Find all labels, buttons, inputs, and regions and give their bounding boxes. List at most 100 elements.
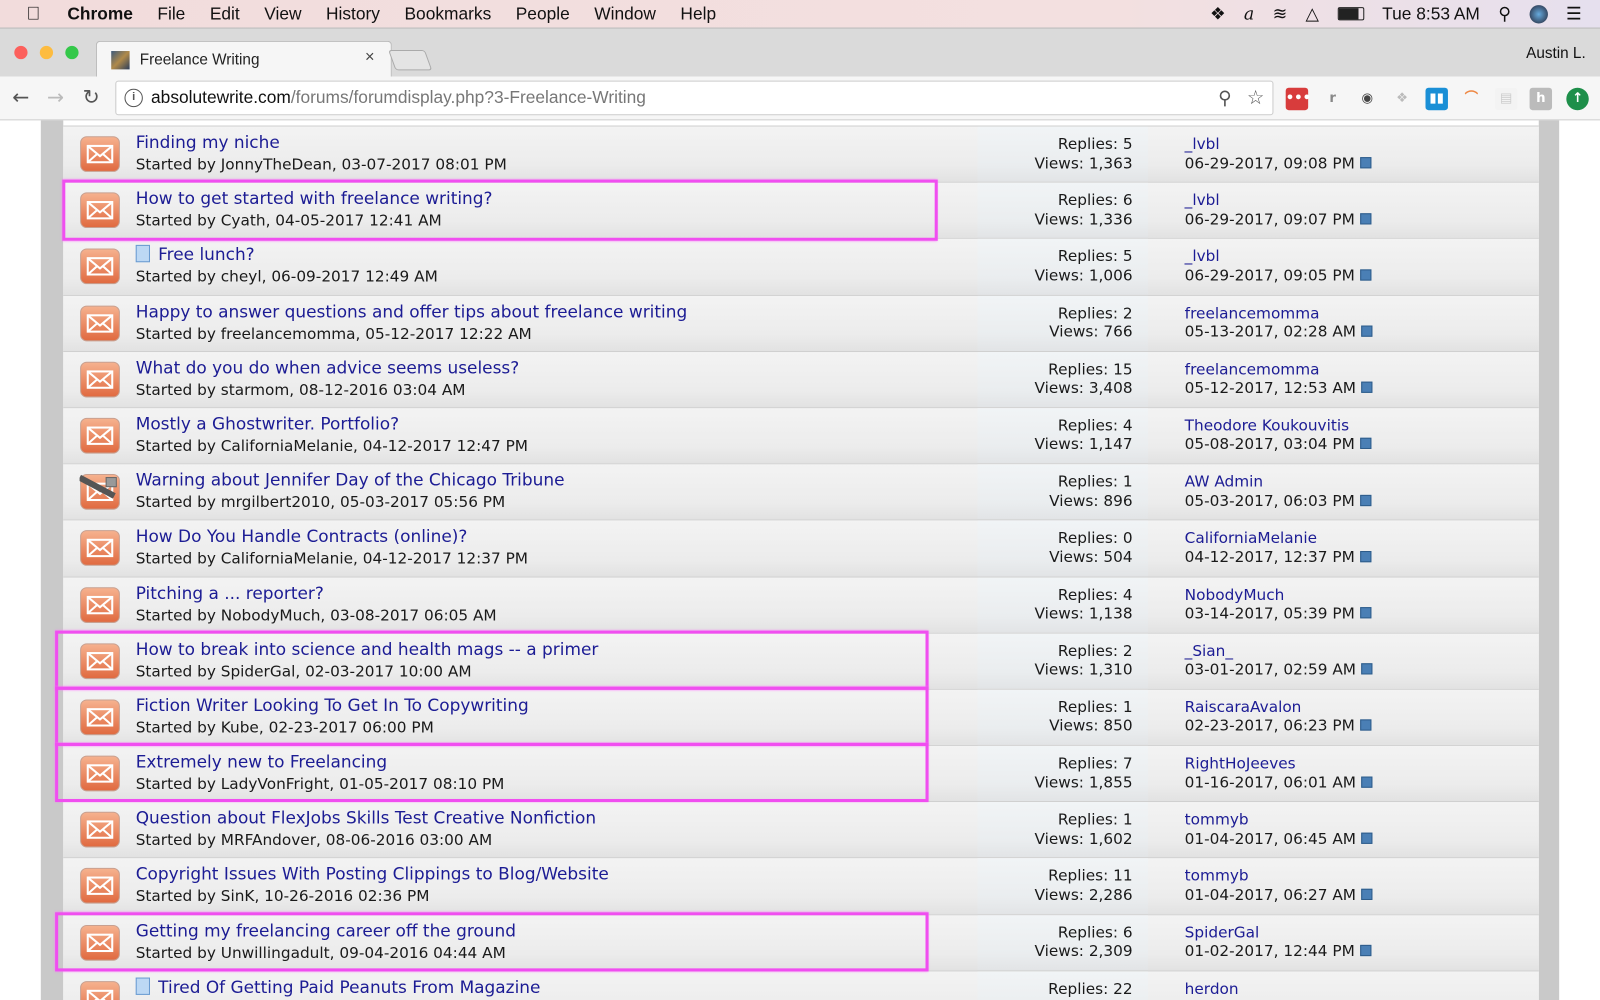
dropbox-extension-icon[interactable]: ❖ bbox=[1391, 88, 1413, 110]
menu-app-name[interactable]: Chrome bbox=[67, 4, 133, 24]
siri-icon[interactable] bbox=[1529, 4, 1548, 23]
menu-view[interactable]: View bbox=[264, 4, 301, 24]
thread-title[interactable]: Finding my niche bbox=[136, 133, 280, 152]
airplay-icon[interactable]: △ bbox=[1306, 4, 1319, 24]
profile-button[interactable]: Austin L. bbox=[1526, 45, 1586, 62]
go-to-last-post-icon[interactable] bbox=[1359, 212, 1372, 225]
dropbox-icon[interactable]: ❖ bbox=[1210, 4, 1226, 24]
arc-extension-icon[interactable]: ⌒ bbox=[1460, 88, 1482, 110]
go-to-last-post-icon[interactable] bbox=[1359, 494, 1372, 506]
address-bar[interactable]: i absolutewrite.com/forums/forumdisplay.… bbox=[115, 80, 1274, 116]
thread-title[interactable]: Tired Of Getting Paid Peanuts From Magaz… bbox=[158, 977, 540, 996]
minimize-window-button[interactable] bbox=[39, 45, 54, 60]
thread-title-link[interactable]: How Do You Handle Contracts (online)? bbox=[136, 527, 468, 546]
battery-icon[interactable] bbox=[1337, 7, 1364, 21]
thread-title[interactable]: How Do You Handle Contracts (online)? bbox=[136, 527, 468, 546]
thread-title-link[interactable]: Free lunch? bbox=[135, 245, 255, 265]
menu-history[interactable]: History bbox=[326, 4, 380, 24]
extension-icon[interactable]: ▤ bbox=[1494, 87, 1518, 111]
thread-title-link[interactable]: Mostly a Ghostwriter. Portfolio? bbox=[136, 414, 399, 433]
thread-title-link[interactable]: Extremely new to Freelancing bbox=[136, 752, 387, 771]
last-poster-link[interactable]: Theodore Koukouvitis bbox=[1185, 416, 1371, 435]
tab-freelance-writing[interactable]: Freelance Writing × bbox=[95, 40, 392, 78]
thread-title[interactable]: Extremely new to Freelancing bbox=[136, 752, 387, 771]
thread-title-link[interactable]: Getting my freelancing career off the gr… bbox=[136, 921, 516, 940]
lastpass-extension-icon[interactable]: ••• bbox=[1285, 87, 1311, 111]
last-poster-link[interactable]: freelancemomma bbox=[1185, 360, 1373, 379]
thread-title-link[interactable]: Pitching a ... reporter? bbox=[136, 583, 324, 602]
menu-window[interactable]: Window bbox=[594, 4, 656, 24]
last-poster-link[interactable]: AW Admin bbox=[1185, 473, 1371, 492]
thread-title-link[interactable]: Tired Of Getting Paid Peanuts From Magaz… bbox=[135, 977, 540, 997]
last-poster-link[interactable]: RaiscaraAvalon bbox=[1185, 698, 1371, 717]
last-poster-link[interactable]: NobodyMuch bbox=[1185, 585, 1371, 604]
zoom-window-button[interactable] bbox=[65, 45, 79, 60]
go-to-last-post-icon[interactable] bbox=[1359, 156, 1372, 168]
go-to-last-post-icon[interactable] bbox=[1359, 945, 1372, 957]
thread-title[interactable]: What do you do when advice seems useless… bbox=[136, 358, 519, 377]
go-to-last-post-icon[interactable] bbox=[1361, 888, 1373, 900]
signature-icon[interactable]: a bbox=[1244, 4, 1254, 24]
last-poster-link[interactable]: SpiderGal bbox=[1185, 923, 1371, 942]
thread-title[interactable]: Warning about Jennifer Day of the Chicag… bbox=[136, 471, 565, 490]
spotlight-icon[interactable]: ⚲ bbox=[1498, 4, 1511, 24]
go-to-last-post-icon[interactable] bbox=[1361, 663, 1373, 675]
go-to-last-post-icon[interactable] bbox=[1361, 381, 1373, 394]
thread-title-link[interactable]: Question about FlexJobs Skills Test Crea… bbox=[136, 808, 596, 827]
thread-title-link[interactable]: Copyright Issues With Posting Clippings … bbox=[136, 865, 609, 884]
forward-icon[interactable]: → bbox=[47, 85, 64, 109]
thread-title-link[interactable]: Finding my niche bbox=[136, 133, 280, 152]
last-poster-link[interactable]: tommyb bbox=[1185, 867, 1373, 886]
bookmark-star-icon[interactable]: ☆ bbox=[1247, 87, 1264, 110]
go-to-last-post-icon[interactable] bbox=[1359, 607, 1372, 619]
thread-title-link[interactable]: How to get started with freelance writin… bbox=[136, 189, 493, 208]
go-to-last-post-icon[interactable] bbox=[1361, 832, 1373, 844]
thread-title[interactable]: Pitching a ... reporter? bbox=[136, 583, 324, 602]
thread-title[interactable]: Fiction Writer Looking To Get In To Copy… bbox=[136, 696, 529, 715]
last-poster-link[interactable]: tommyb bbox=[1185, 810, 1373, 829]
last-poster-link[interactable]: _lvbl bbox=[1185, 135, 1371, 154]
menu-help[interactable]: Help bbox=[680, 4, 716, 24]
go-to-last-post-icon[interactable] bbox=[1359, 550, 1372, 563]
thread-title[interactable]: How to break into science and health mag… bbox=[136, 639, 599, 658]
close-tab-icon[interactable]: × bbox=[365, 49, 375, 67]
upload-extension-icon[interactable]: ↑ bbox=[1566, 87, 1589, 111]
clock[interactable]: Tue 8:53 AM bbox=[1382, 4, 1480, 24]
go-to-last-post-icon[interactable] bbox=[1359, 719, 1372, 731]
reload-icon[interactable]: ↻ bbox=[83, 85, 100, 109]
menu-bookmarks[interactable]: Bookmarks bbox=[404, 4, 491, 24]
last-poster-link[interactable]: CaliforniaMelanie bbox=[1185, 529, 1371, 548]
menu-file[interactable]: File bbox=[157, 4, 185, 24]
thread-title-link[interactable]: What do you do when advice seems useless… bbox=[136, 358, 519, 377]
last-poster-link[interactable]: RightHoJeeves bbox=[1185, 754, 1373, 773]
wifi-icon[interactable]: ≋ bbox=[1273, 4, 1288, 24]
thread-title-link[interactable]: Warning about Jennifer Day of the Chicag… bbox=[136, 471, 565, 490]
thread-title[interactable]: Getting my freelancing career off the gr… bbox=[136, 921, 516, 940]
back-icon[interactable]: ← bbox=[12, 85, 29, 109]
close-window-button[interactable] bbox=[14, 45, 28, 60]
site-info-icon[interactable]: i bbox=[124, 88, 143, 108]
last-poster-link[interactable]: herdon bbox=[1185, 979, 1239, 998]
go-to-last-post-icon[interactable] bbox=[1361, 776, 1373, 788]
last-poster-link[interactable]: freelancemomma bbox=[1185, 304, 1373, 323]
new-tab-button[interactable] bbox=[388, 49, 433, 71]
thread-title[interactable]: Copyright Issues With Posting Clippings … bbox=[136, 865, 609, 884]
last-poster-link[interactable]: _lvbl bbox=[1185, 247, 1371, 266]
thread-title-link[interactable]: How to break into science and health mag… bbox=[136, 639, 599, 658]
thread-title[interactable]: How to get started with freelance writin… bbox=[136, 189, 493, 208]
apple-icon[interactable]:  bbox=[27, 3, 47, 24]
trello-extension-icon[interactable]: ▮▮ bbox=[1425, 87, 1448, 111]
thread-title-link[interactable]: Happy to answer questions and offer tips… bbox=[136, 302, 687, 321]
go-to-last-post-icon[interactable] bbox=[1359, 438, 1372, 450]
go-to-last-post-icon[interactable] bbox=[1361, 325, 1373, 337]
menu-people[interactable]: People bbox=[516, 4, 570, 24]
notification-center-icon[interactable]: ☰ bbox=[1566, 4, 1582, 24]
r-extension-icon[interactable]: r bbox=[1321, 88, 1343, 110]
thread-title[interactable]: Mostly a Ghostwriter. Portfolio? bbox=[136, 414, 399, 433]
last-poster-link[interactable]: _Sian_ bbox=[1185, 642, 1373, 661]
thread-title[interactable]: Question about FlexJobs Skills Test Crea… bbox=[136, 808, 596, 827]
go-to-last-post-icon[interactable] bbox=[1359, 269, 1372, 281]
thread-title[interactable]: Free lunch? bbox=[158, 245, 255, 264]
evernote-extension-icon[interactable]: ◉ bbox=[1356, 88, 1378, 110]
thread-title-link[interactable]: Fiction Writer Looking To Get In To Copy… bbox=[136, 696, 529, 715]
